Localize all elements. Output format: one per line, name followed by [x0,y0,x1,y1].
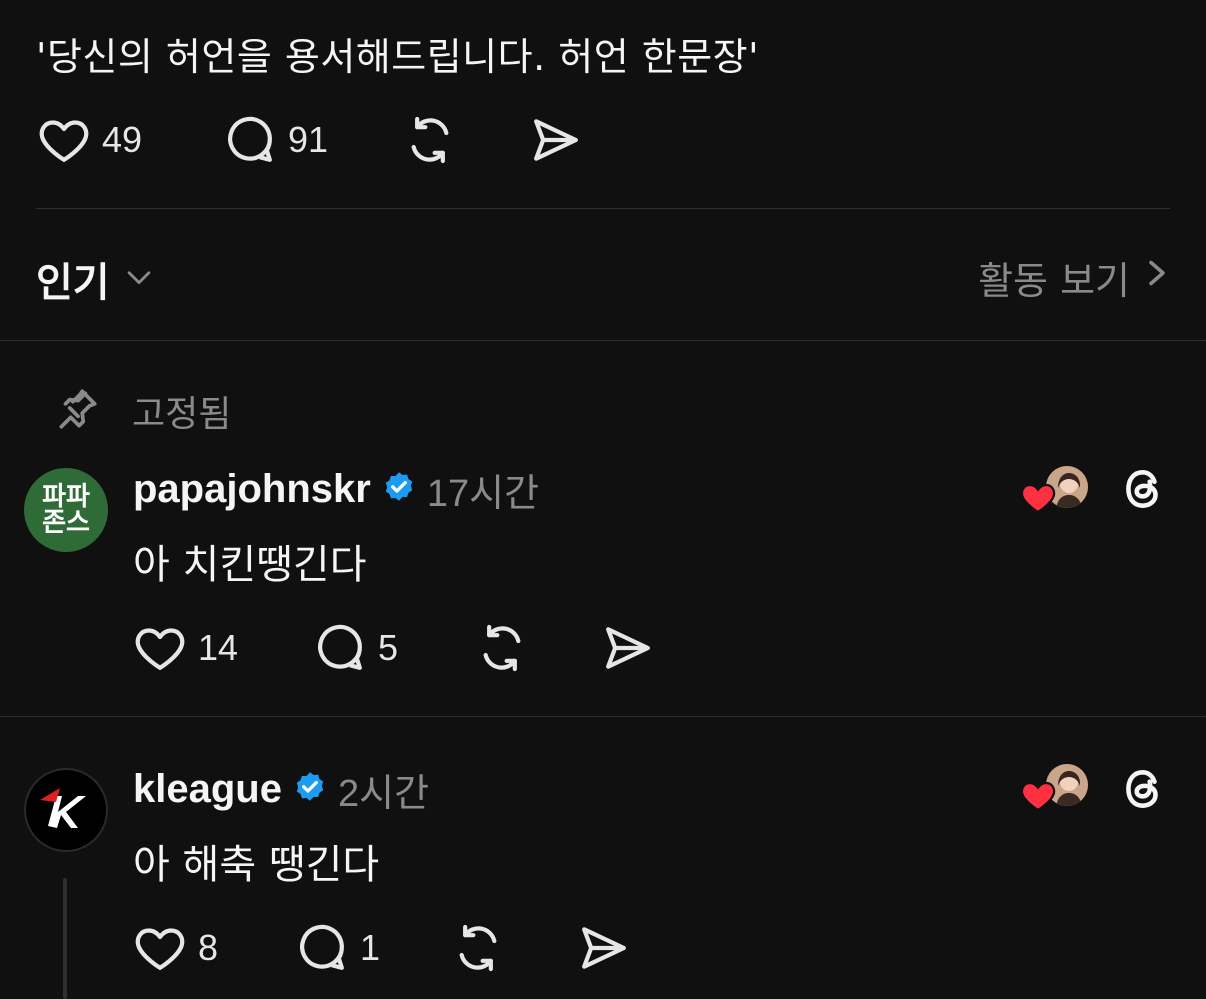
verified-badge-icon [292,770,328,810]
thread-line [63,878,67,999]
comment-icon [294,920,350,976]
username[interactable]: kleague [133,767,282,812]
share-button[interactable] [528,112,584,168]
send-icon [576,920,632,976]
avatar-logo-text: 존스 [42,508,90,538]
share-button[interactable] [576,920,632,976]
username[interactable]: papajohnskr [133,467,371,512]
reply-header: kleague 2시간 [133,762,429,817]
comment-button[interactable]: 91 [222,112,328,168]
repost-button[interactable] [474,620,530,676]
avatar-logo-text: 파파 [42,482,90,512]
repost-icon [474,620,530,676]
sort-label: 인기 [36,260,110,306]
timestamp: 2시간 [337,773,430,815]
reply-header: papajohnskr 17시간 [133,462,539,517]
pin-icon [52,384,102,438]
chevron-right-icon [1144,255,1170,300]
like-button[interactable]: 49 [36,112,142,168]
like-count: 49 [102,119,143,160]
heart-icon [132,920,188,976]
chevron-down-icon [122,260,156,298]
threads-icon[interactable] [1118,464,1168,518]
kleague-logo-icon [40,788,86,828]
pinned-label: 고정됨 [132,394,232,435]
threads-icon[interactable] [1118,764,1168,818]
like-button[interactable]: 8 [132,920,218,976]
comment-count: 5 [378,627,399,668]
divider [36,208,1170,209]
repost-icon [450,920,506,976]
view-activity-link[interactable]: 활동 보기 [978,250,1170,305]
heart-icon [36,112,92,168]
avatar[interactable] [24,768,108,852]
comment-button[interactable]: 5 [312,620,398,676]
activity-label: 활동 보기 [978,259,1130,303]
comment-count: 91 [288,119,329,160]
repost-button[interactable] [450,920,506,976]
divider [0,716,1206,717]
like-button[interactable]: 14 [132,620,238,676]
sort-dropdown[interactable]: 인기 [36,250,156,308]
like-count: 8 [198,927,219,968]
comment-count: 1 [360,927,381,968]
liked-by-author-indicator [1020,464,1092,514]
heart-icon [132,620,188,676]
avatar[interactable]: 파파 존스 [24,468,108,552]
heart-filled-icon [1020,778,1056,816]
comment-icon [312,620,368,676]
repost-button[interactable] [402,112,458,168]
send-icon [528,112,584,168]
comment-button[interactable]: 1 [294,920,380,976]
verified-badge-icon [381,470,417,510]
divider [0,340,1206,341]
share-button[interactable] [600,620,656,676]
repost-icon [402,112,458,168]
timestamp: 17시간 [426,473,540,515]
post-text: '당신의 허언을 용서해드립니다. 허언 한문장' [36,35,760,79]
pinned-indicator: 고정됨 [52,384,231,438]
reply-text: 아 해축 땡긴다 [133,842,380,888]
comment-icon [222,112,278,168]
reply-text: 아 치킨땡긴다 [133,542,367,588]
liked-by-author-indicator [1020,762,1092,812]
send-icon [600,620,656,676]
like-count: 14 [198,627,239,668]
heart-filled-icon [1020,480,1056,518]
